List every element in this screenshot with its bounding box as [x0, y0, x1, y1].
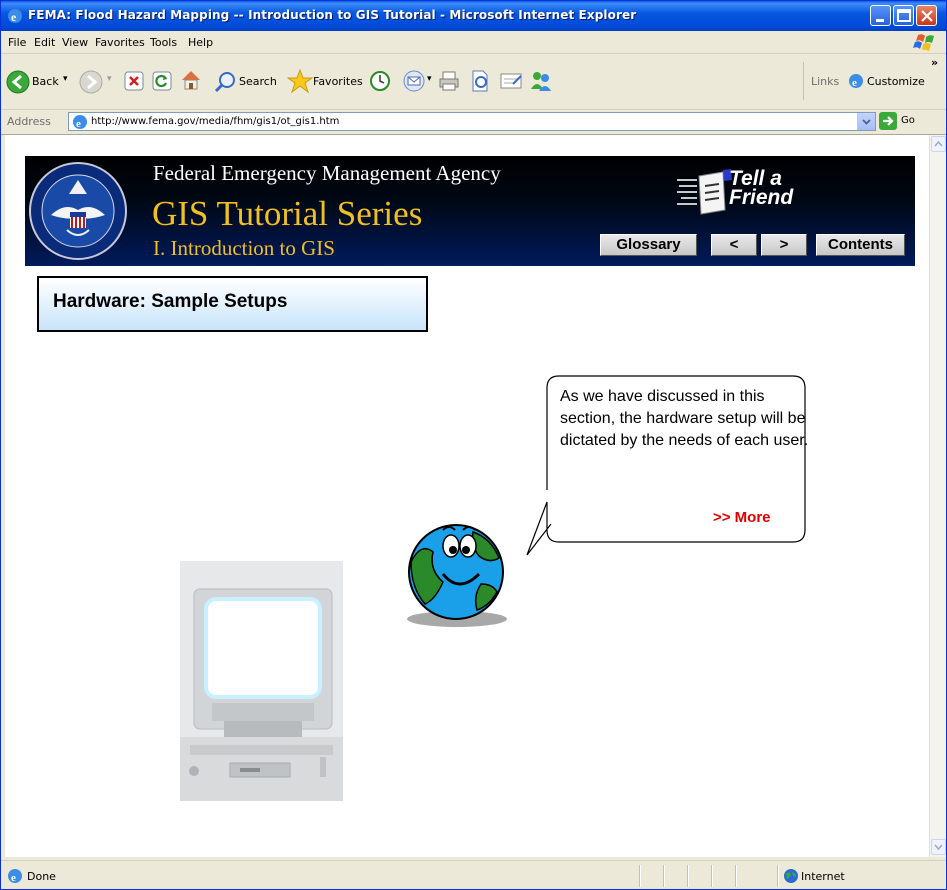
address-dropdown-button[interactable] — [857, 113, 875, 130]
chevron-up-icon — [934, 140, 943, 147]
search-button-label[interactable]: Search — [239, 75, 277, 88]
windows-logo-icon — [913, 34, 934, 51]
go-label: Go — [901, 115, 915, 126]
svg-text:e: e — [852, 77, 857, 89]
history-icon[interactable] — [369, 70, 391, 92]
back-button-label[interactable]: Back — [32, 75, 59, 88]
page-heading: Hardware: Sample Setups — [53, 291, 288, 312]
heading-box: Hardware: Sample Setups — [37, 276, 428, 332]
back-dropdown-icon[interactable]: ▾ — [63, 74, 68, 84]
glossary-button[interactable]: Glossary — [600, 234, 697, 256]
more-link[interactable]: >> More — [713, 509, 771, 526]
back-arrow-icon[interactable] — [6, 70, 30, 94]
links-label: Links — [811, 75, 840, 88]
svg-text:e: e — [11, 872, 16, 884]
menu-tools[interactable]: Tools — [150, 36, 177, 49]
status-page-icon: e — [8, 869, 22, 884]
mail-dropdown-icon[interactable]: ▾ — [427, 74, 432, 84]
section-title: I. Introduction to GIS — [153, 236, 335, 260]
mail-icon[interactable] — [403, 70, 427, 92]
globe-mascot-image — [407, 524, 507, 627]
edit-page-icon[interactable] — [469, 69, 491, 93]
menu-help[interactable]: Help — [188, 36, 213, 49]
bubble-text: As we have discussed in this section, th… — [560, 388, 809, 449]
favorites-star-icon[interactable] — [287, 68, 313, 94]
status-bar: e Done Internet — [1, 860, 946, 889]
computer-monitor-image — [180, 561, 343, 801]
refresh-icon[interactable] — [152, 71, 172, 91]
agency-title: Federal Emergency Management Agency — [153, 161, 501, 185]
home-icon[interactable] — [179, 68, 203, 92]
window-title: FEMA: Flood Hazard Mapping -- Introducti… — [28, 8, 637, 22]
toolbar: Back ▾ ▾ Search Favorites ▾ Links e Cust… — [1, 54, 946, 110]
security-zone-label: Internet — [801, 870, 845, 883]
minimize-button[interactable] — [870, 5, 891, 26]
address-input[interactable]: e http://www.fema.gov/media/fhm/gis1/ot_… — [68, 112, 876, 131]
ie-icon: e — [8, 9, 22, 24]
stop-icon[interactable] — [124, 71, 144, 91]
next-button[interactable]: > — [761, 234, 807, 256]
page-ie-icon: e — [73, 115, 87, 130]
menu-favorites[interactable]: Favorites — [95, 36, 145, 49]
fema-banner: Federal Emergency Management Agency GIS … — [25, 156, 915, 266]
svg-text:e: e — [11, 10, 17, 24]
menu-edit[interactable]: Edit — [34, 36, 55, 49]
series-title: GIS Tutorial Series — [152, 194, 423, 233]
fema-seal-logo — [29, 162, 127, 260]
title-bar[interactable]: e FEMA: Flood Hazard Mapping -- Introduc… — [1, 1, 946, 31]
messenger-icon[interactable] — [529, 69, 553, 93]
contents-button[interactable]: Contents — [816, 234, 905, 256]
customize-link[interactable]: Customize — [867, 75, 925, 88]
forward-dropdown-icon[interactable]: ▾ — [107, 74, 112, 84]
page-content: Federal Emergency Management Agency GIS … — [5, 135, 929, 857]
address-bar: Address e http://www.fema.gov/media/fhm/… — [1, 110, 946, 135]
favorites-button-label[interactable]: Favorites — [313, 75, 363, 88]
address-url[interactable]: http://www.fema.gov/media/fhm/gis1/ot_gi… — [91, 116, 339, 127]
chevron-down-icon — [934, 844, 943, 851]
vertical-scrollbar[interactable] — [929, 135, 946, 857]
customize-link-icon: e — [849, 74, 863, 89]
discuss-icon[interactable] — [499, 70, 523, 92]
svg-text:e: e — [76, 118, 81, 130]
menu-view[interactable]: View — [62, 36, 88, 49]
go-button[interactable]: Go — [879, 112, 939, 131]
toolbar-overflow-chevron[interactable]: » — [931, 56, 938, 69]
internet-zone-icon — [784, 869, 798, 883]
address-label: Address — [7, 115, 51, 128]
forward-arrow-icon[interactable] — [79, 70, 103, 94]
menu-bar: File Edit View Favorites Tools Help — [1, 31, 946, 54]
close-button[interactable] — [916, 5, 937, 26]
scroll-up-button[interactable] — [931, 136, 946, 152]
maximize-button[interactable] — [893, 5, 914, 26]
scroll-down-button[interactable] — [931, 839, 946, 855]
go-arrow-icon — [879, 112, 897, 130]
previous-button[interactable]: < — [711, 234, 757, 256]
chevron-down-icon — [862, 119, 871, 125]
search-icon[interactable] — [214, 70, 238, 94]
status-text: Done — [27, 870, 56, 883]
browser-window: e FEMA: Flood Hazard Mapping -- Introduc… — [0, 0, 947, 890]
menu-file[interactable]: File — [8, 36, 26, 49]
tell-a-friend-link[interactable]: Tell a Friend — [729, 168, 793, 208]
print-icon[interactable] — [438, 70, 460, 92]
